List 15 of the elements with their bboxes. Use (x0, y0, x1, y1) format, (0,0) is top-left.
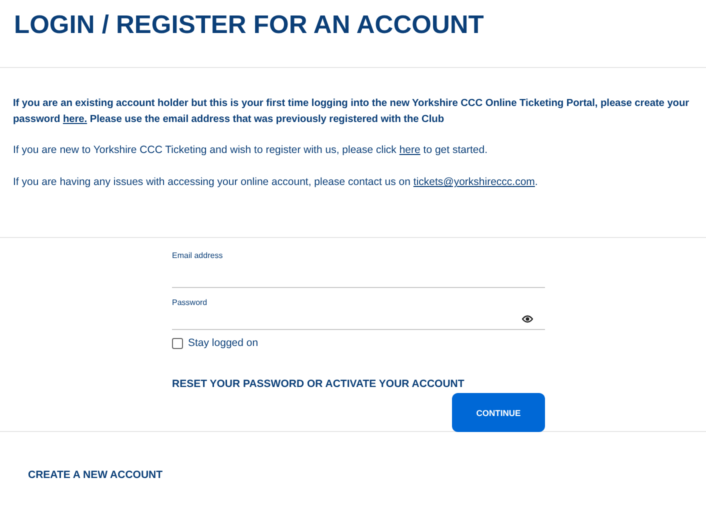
field-label: Email address (172, 251, 224, 261)
info-paragraph: If you are an existing account holder but this is your first time logging into the new Yorkshire CCC Online Ticketing Portal, please create your password here. Please use the email address that was previously registered with the Club (13, 97, 690, 127)
create-account-link[interactable]: CREATE A NEW ACCOUNT (28, 469, 163, 481)
text-link[interactable]: here (399, 144, 420, 156)
text-link[interactable]: here. (62, 114, 88, 125)
page-title: LOGIN / REGISTER FOR AN ACCOUNT (0, 0, 706, 68)
checkbox-label: Stay logged on (188, 337, 258, 349)
text-link[interactable]: tickets@yorkshireccc.com (413, 176, 535, 188)
info-paragraph: If you are new to Yorkshire CCC Ticketing and wish to register with us, please click here to get started. (13, 143, 488, 158)
checkbox[interactable] (172, 338, 183, 348)
field-label: Password (172, 298, 208, 308)
eye-icon[interactable] (522, 314, 533, 322)
reset-password-link[interactable]: RESET YOUR PASSWORD OR ACTIVATE YOUR ACCOUNT (172, 378, 545, 390)
info-paragraph: If you are having any issues with accessing your online account, please contact us on tickets@yorkshireccc.com. (13, 175, 539, 190)
continue-button[interactable]: CONTINUE (452, 393, 545, 432)
